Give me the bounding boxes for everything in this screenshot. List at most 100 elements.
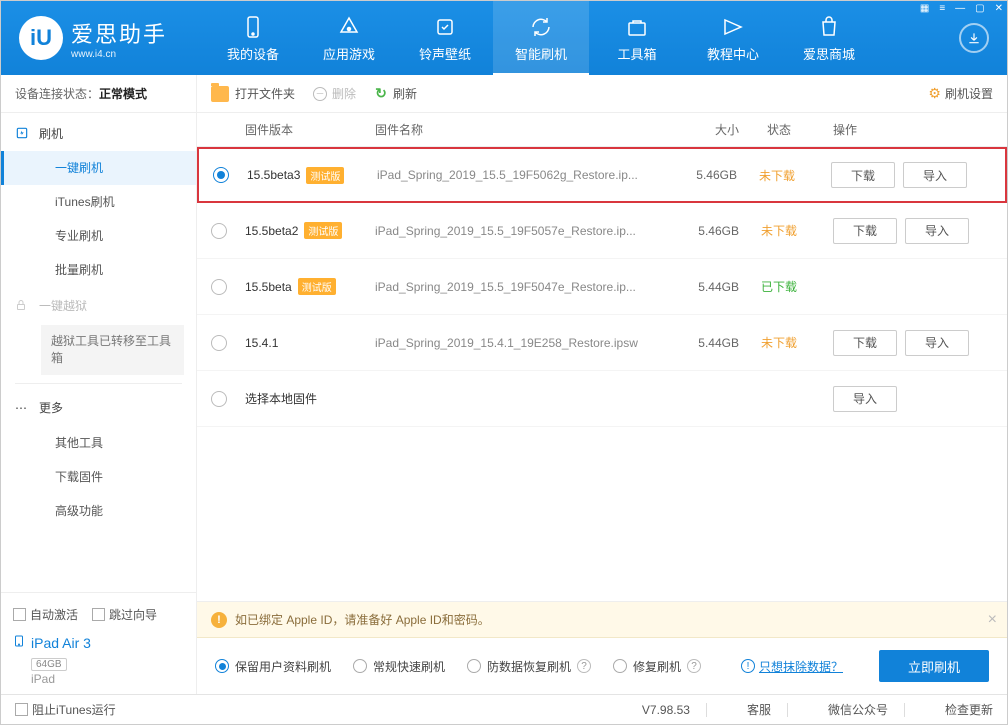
nav-label: 爱思商城 (803, 44, 855, 63)
flash-option[interactable]: 修复刷机? (613, 658, 701, 675)
radio-icon (613, 659, 627, 673)
toolbar: 打开文件夹 － 删除 ↻刷新 ⚙刷机设置 (197, 75, 1007, 113)
flash-option-label: 常规快速刷机 (373, 658, 445, 675)
tablet-icon (13, 633, 25, 652)
open-folder-button[interactable]: 打开文件夹 (211, 85, 295, 102)
import-button[interactable]: 导入 (905, 218, 969, 244)
sidebar: 设备连接状态：正常模式 刷机 一键刷机iTunes刷机专业刷机批量刷机 一键越狱… (1, 75, 197, 694)
auto-activate-checkbox[interactable]: 自动激活 (13, 606, 78, 623)
logo-badge: iU (19, 16, 63, 60)
maximize-icon[interactable]: ▢ (975, 3, 984, 14)
flash-option[interactable]: 常规快速刷机 (353, 658, 445, 675)
close-icon[interactable]: ✕ (995, 3, 1003, 14)
logo-text: 爱思助手 www.i4.cn (71, 17, 167, 60)
sidebar-flash-sub[interactable]: iTunes刷机 (1, 185, 196, 219)
nav-label: 教程中心 (707, 44, 759, 63)
local-firmware-row: 选择本地固件 导入 (197, 371, 1007, 427)
minimize-icon[interactable]: ― (955, 3, 965, 14)
radio-icon (353, 659, 367, 673)
flash-option[interactable]: 防数据恢复刷机? (467, 658, 591, 675)
local-radio[interactable] (211, 391, 227, 407)
firmware-row: 15.5beta测试版iPad_Spring_2019_15.5_19F5047… (197, 259, 1007, 315)
help-icon[interactable]: ? (687, 659, 701, 673)
nav-item-5[interactable]: 教程中心 (685, 1, 781, 75)
firmware-size: 5.44GB (659, 336, 739, 350)
firmware-radio[interactable] (211, 223, 227, 239)
firmware-radio[interactable] (211, 279, 227, 295)
notice-close-button[interactable]: × (988, 611, 997, 629)
nav-item-0[interactable]: 我的设备 (205, 1, 301, 75)
check-update-link[interactable]: 检查更新 (945, 701, 993, 718)
nav-label: 铃声壁纸 (419, 44, 471, 63)
logo: iU 爱思助手 www.i4.cn (1, 16, 185, 60)
window-controls: ▦ ≡ ― ▢ ✕ (920, 3, 1003, 14)
import-local-button[interactable]: 导入 (833, 386, 897, 412)
settings-button[interactable]: ⚙刷机设置 (928, 85, 993, 102)
download-button[interactable]: 下载 (831, 162, 895, 188)
sidebar-cat-more[interactable]: ⋯ 更多 (1, 390, 196, 426)
firmware-status: 未下载 (737, 167, 817, 184)
help-icon[interactable]: ? (577, 659, 591, 673)
firmware-version: 15.5beta2测试版 (245, 222, 375, 239)
firmware-filename: iPad_Spring_2019_15.5_19F5057e_Restore.i… (375, 224, 659, 238)
import-button[interactable]: 导入 (905, 330, 969, 356)
grid-icon[interactable]: ▦ (920, 3, 929, 14)
sidebar-cat-jailbreak: 一键越狱 (1, 287, 196, 323)
firmware-radio[interactable] (213, 167, 229, 183)
nav-item-1[interactable]: 应用游戏 (301, 1, 397, 75)
refresh-button[interactable]: ↻刷新 (374, 85, 417, 102)
nav-item-3[interactable]: 智能刷机 (493, 1, 589, 75)
download-button[interactable]: 下载 (833, 218, 897, 244)
delete-icon: － (313, 87, 327, 101)
erase-data-link[interactable]: ! 只想抹除数据？ (741, 658, 843, 675)
main-panel: 打开文件夹 －删除 ↻刷新 ⚙刷机设置 固件版本 固件名称 大小 状态 操作 1… (197, 75, 1007, 694)
firmware-status: 已下载 (739, 278, 819, 295)
sidebar-list: 刷机 一键刷机iTunes刷机专业刷机批量刷机 一键越狱 越狱工具已转移至工具箱… (1, 113, 196, 592)
sidebar-cat-flash[interactable]: 刷机 (1, 115, 196, 151)
nav-icon (432, 14, 458, 40)
jailbreak-note: 越狱工具已转移至工具箱 (41, 325, 184, 375)
title-bar: ▦ ≡ ― ▢ ✕ iU 爱思助手 www.i4.cn 我的设备 应用游戏 铃声壁纸… (1, 1, 1007, 75)
nav-label: 我的设备 (227, 44, 279, 63)
open-folder-label: 打开文件夹 (235, 85, 295, 102)
download-button[interactable]: 下载 (833, 330, 897, 356)
flash-option[interactable]: 保留用户资料刷机 (215, 658, 331, 675)
sidebar-flash-sub[interactable]: 一键刷机 (1, 151, 196, 185)
sidebar-more-sub[interactable]: 下载固件 (1, 460, 196, 494)
th-size: 大小 (659, 121, 739, 138)
nav-label: 应用游戏 (323, 44, 375, 63)
radio-icon (215, 659, 229, 673)
skip-guide-label: 跳过向导 (109, 608, 157, 622)
sidebar-flash-sub[interactable]: 专业刷机 (1, 219, 196, 253)
nav-item-2[interactable]: 铃声壁纸 (397, 1, 493, 75)
flash-now-button[interactable]: 立即刷机 (879, 650, 989, 682)
import-button[interactable]: 导入 (903, 162, 967, 188)
delete-label: 删除 (332, 85, 356, 102)
erase-link-text: 只想抹除数据？ (759, 658, 843, 675)
sidebar-flash-sub[interactable]: 批量刷机 (1, 253, 196, 287)
customer-service-link[interactable]: 客服 (747, 701, 771, 718)
device-capacity-badge: 64GB (31, 658, 67, 671)
nav-item-6[interactable]: 爱思商城 (781, 1, 877, 75)
firmware-radio[interactable] (211, 335, 227, 351)
firmware-filename: iPad_Spring_2019_15.5_19F5062g_Restore.i… (377, 168, 657, 182)
block-itunes-label: 阻止iTunes运行 (32, 701, 116, 718)
sidebar-more-sub[interactable]: 高级功能 (1, 494, 196, 528)
sidebar-more-sub[interactable]: 其他工具 (1, 426, 196, 460)
firmware-row: 15.5beta3测试版iPad_Spring_2019_15.5_19F506… (197, 147, 1007, 203)
flash-cat-label: 刷机 (39, 125, 63, 142)
device-name[interactable]: iPad Air 3 (13, 633, 184, 652)
wechat-link[interactable]: 微信公众号 (828, 701, 888, 718)
download-manager-button[interactable] (959, 23, 989, 53)
radio-icon (467, 659, 481, 673)
block-itunes-checkbox[interactable]: 阻止iTunes运行 (15, 701, 116, 718)
skip-guide-checkbox[interactable]: 跳过向导 (92, 606, 157, 623)
menu-icon[interactable]: ≡ (939, 3, 945, 14)
th-name: 固件名称 (375, 121, 659, 138)
device-state-label: 设备连接状态： (15, 87, 99, 101)
firmware-size: 5.44GB (659, 280, 739, 294)
body: 设备连接状态：正常模式 刷机 一键刷机iTunes刷机专业刷机批量刷机 一键越狱… (1, 75, 1007, 694)
nav-item-4[interactable]: 工具箱 (589, 1, 685, 75)
lock-icon (15, 298, 31, 312)
nav-label: 智能刷机 (515, 44, 567, 63)
